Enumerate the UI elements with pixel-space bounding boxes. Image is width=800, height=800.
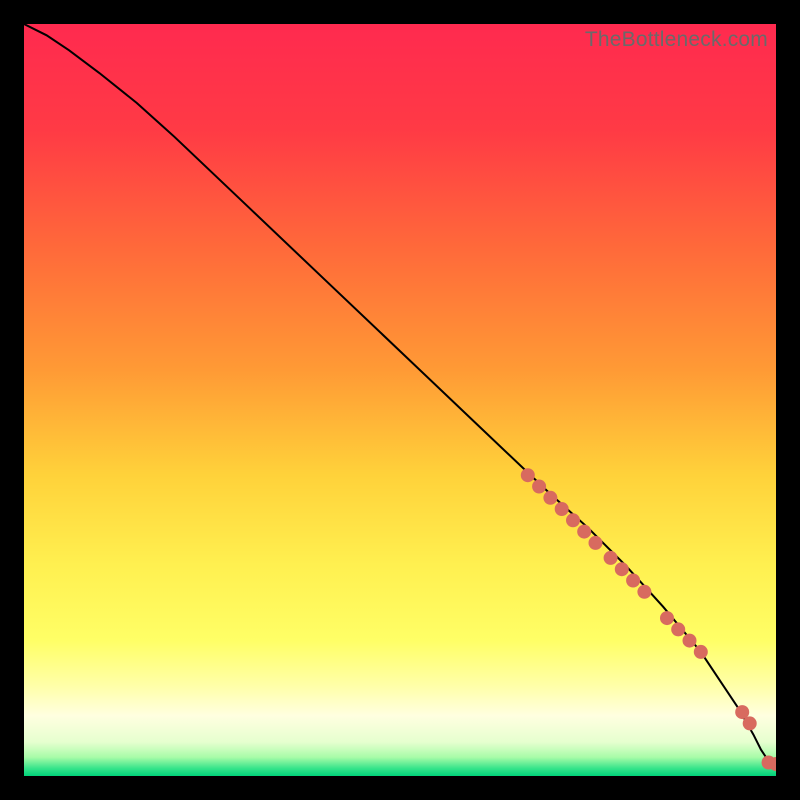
data-marker [615,562,629,576]
plot-area: TheBottleneck.com [24,24,776,776]
data-marker [660,611,674,625]
marker-group [521,468,776,771]
data-marker [521,468,535,482]
data-marker [683,634,697,648]
data-marker [543,491,557,505]
data-marker [743,716,757,730]
data-marker [577,525,591,539]
data-marker [589,536,603,550]
chart-stage: TheBottleneck.com [0,0,800,800]
data-marker [626,574,640,588]
data-marker [566,513,580,527]
data-marker [604,551,618,565]
data-marker [555,502,569,516]
curve-line [24,24,776,765]
data-marker [694,645,708,659]
chart-overlay [24,24,776,776]
data-marker [532,480,546,494]
data-marker [671,622,685,636]
data-marker [637,585,651,599]
